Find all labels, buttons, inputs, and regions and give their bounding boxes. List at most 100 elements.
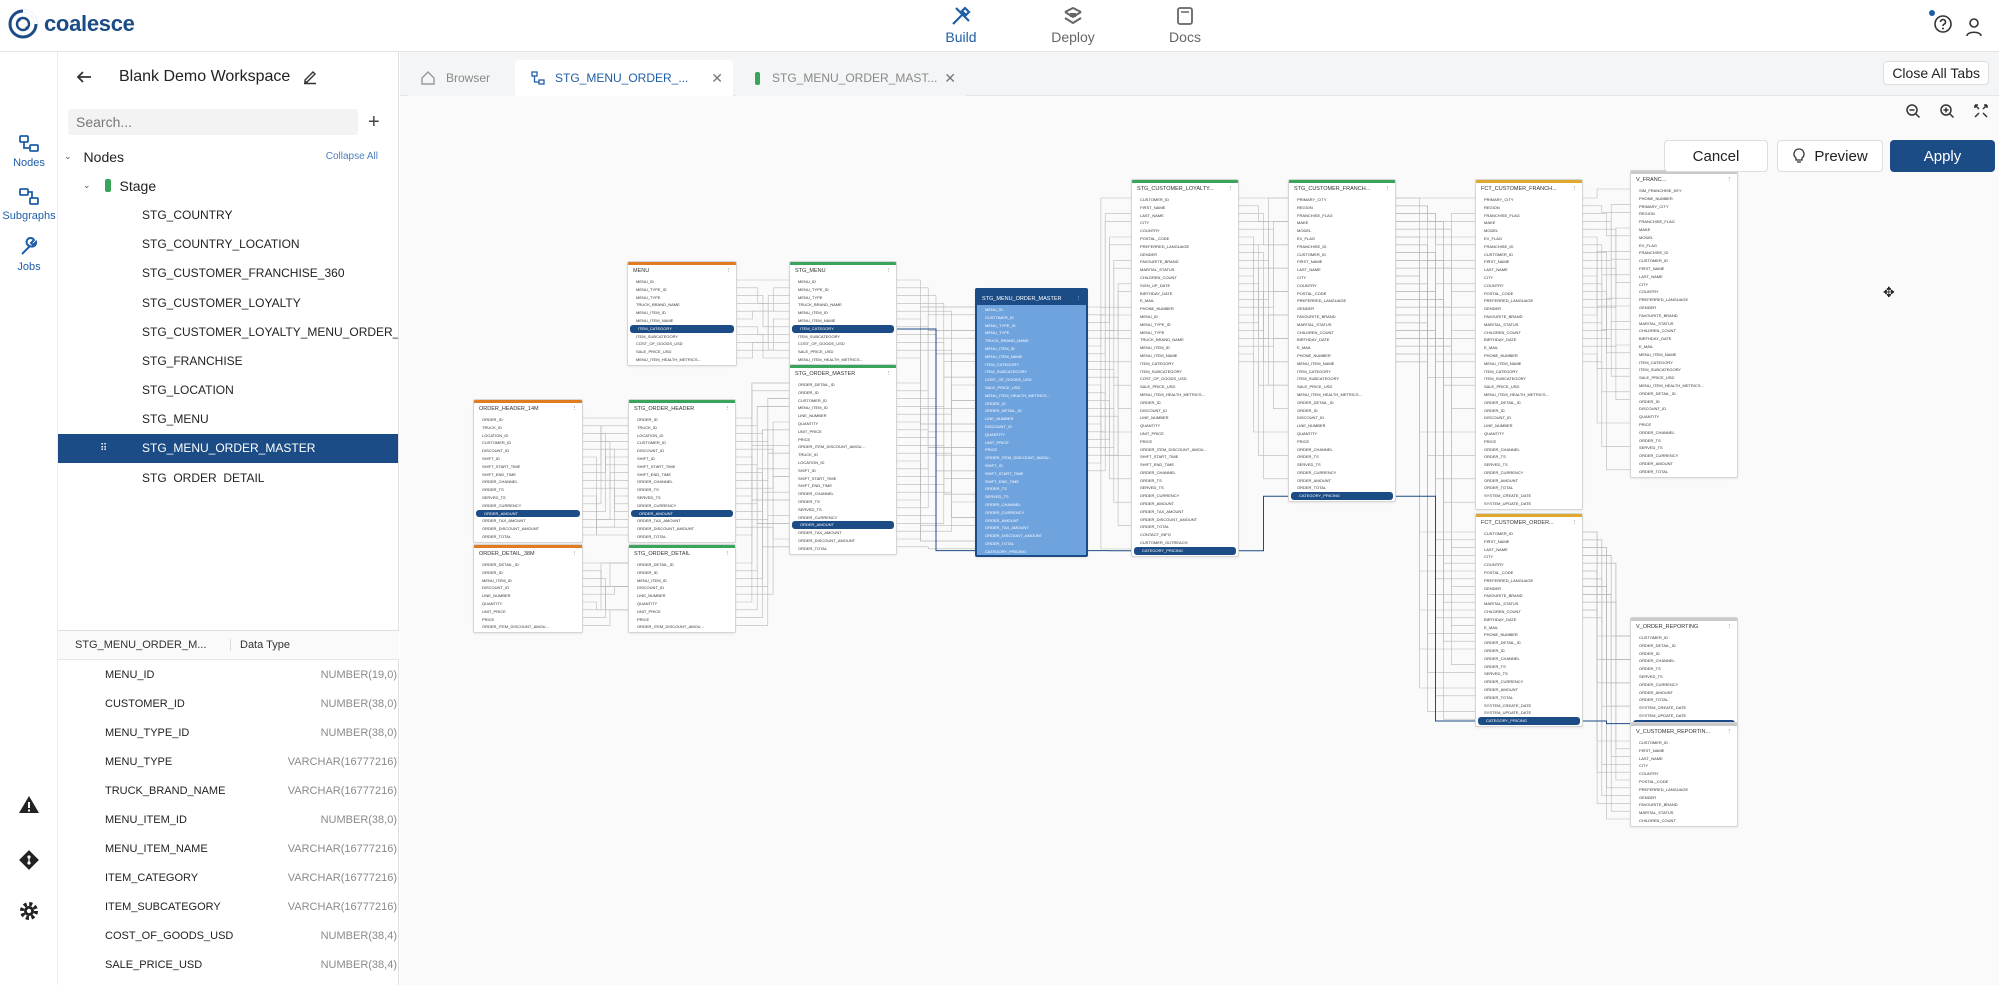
help-button[interactable]: [1929, 10, 1953, 39]
node-column: ORDER_ID: [482, 417, 503, 422]
tree-item[interactable]: STG_CUSTOMER_FRANCHISE_360: [58, 259, 398, 288]
node-column: LAST_NAME: [1297, 267, 1321, 273]
column-row[interactable]: COST_OF_GOODS_USD NUMBER(38,4): [58, 922, 399, 951]
collapse-all-link[interactable]: Collapse All: [326, 151, 378, 162]
column-row[interactable]: MENU_TYPE_ID NUMBER(38,0): [58, 718, 399, 747]
close-all-tabs-button[interactable]: Close All Tabs: [1883, 61, 1989, 85]
zoom-out-icon[interactable]: [1905, 103, 1921, 119]
column-type: VARCHAR(16777216): [287, 843, 397, 856]
column-row[interactable]: CUSTOMER_ID NUMBER(38,0): [58, 689, 399, 718]
dag-node[interactable]: STG_CUSTOMER_LOYALTY... ⋮ CUSTOMER_ID FIRST…: [1131, 179, 1239, 557]
more-icon[interactable]: ⋮: [725, 551, 731, 560]
more-icon[interactable]: ⋮: [1727, 729, 1733, 738]
tree-item[interactable]: STG_FRANCHISE: [58, 346, 398, 375]
more-icon[interactable]: ⋮: [1228, 186, 1234, 195]
column-row[interactable]: ITEM_SUBCATEGORY VARCHAR(16777216): [58, 893, 399, 922]
column-row[interactable]: SALE_PRICE_USD NUMBER(38,4): [58, 951, 399, 980]
dag-node[interactable]: FCT_CUSTOMER_FRANCH... ⋮ PRIMARY_CITY REGIO…: [1475, 179, 1583, 510]
zoom-in-icon[interactable]: [1939, 103, 1955, 119]
dag-node[interactable]: V_CUSTOMER_REPORTIN... ⋮ CUSTOMER_ID FIRST_…: [1630, 722, 1738, 827]
preview-button[interactable]: Preview: [1777, 140, 1883, 172]
tree-item[interactable]: STG_ORDER_DETAIL: [58, 463, 398, 482]
dag-node[interactable]: STG_ORDER_MASTER ⋮ ORDER_DETAIL_ID ORDER_ID…: [789, 364, 897, 555]
column-row[interactable]: MENU_ITEM_ID NUMBER(38,0): [58, 805, 399, 834]
rail-nodes[interactable]: Nodes: [0, 134, 58, 169]
node-title: MENU: [633, 268, 650, 274]
more-icon[interactable]: ⋮: [726, 268, 732, 277]
dag-node[interactable]: MENU ⋮ MENU_ID MENU_TYPE_ID MENU_TYPE TRUCK_B…: [627, 261, 737, 366]
tree-root[interactable]: ⌄ Nodes Collapse All: [58, 142, 398, 171]
tree-item[interactable]: STG_LOCATION: [58, 376, 398, 405]
dag-node[interactable]: STG_MENU ⋮ MENU_ID MENU_TYPE_ID MENU_TYPE TRU…: [789, 261, 897, 366]
dag-node[interactable]: STG_ORDER_DETAIL ⋮ ORDER_DETAIL_ID ORDER_ID…: [628, 544, 736, 634]
tab-node[interactable]: STG_MENU_ORDER_MAST... ✕: [736, 60, 966, 96]
more-icon[interactable]: ⋮: [1385, 186, 1391, 195]
close-tab-icon[interactable]: ✕: [944, 70, 956, 87]
more-icon[interactable]: ⋮: [1572, 520, 1578, 529]
tree-item[interactable]: STG_COUNTRY_LOCATION: [58, 230, 398, 259]
rail-subgraphs[interactable]: Subgraphs: [0, 187, 58, 222]
more-icon[interactable]: ⋮: [1572, 186, 1578, 195]
node-column: EV_FLAG: [1484, 235, 1503, 241]
git-button[interactable]: [0, 849, 58, 871]
column-row[interactable]: TRUCK_BRAND_NAME VARCHAR(16777216): [58, 776, 399, 805]
node-column: SALE_PRICE_USD: [1639, 375, 1675, 381]
tree-item[interactable]: STG_MENU: [58, 405, 398, 434]
cancel-button[interactable]: Cancel: [1664, 140, 1768, 172]
column-row[interactable]: MENU_ID NUMBER(19,0): [58, 660, 399, 689]
node-column: SHIFT_END_TIME: [985, 478, 1020, 484]
node-column: ORDER_DETAIL_ID: [1297, 399, 1334, 405]
rail-jobs[interactable]: Jobs: [0, 236, 58, 273]
more-icon[interactable]: ⋮: [725, 406, 731, 415]
tree-item[interactable]: STG_COUNTRY: [58, 200, 398, 229]
dag-node[interactable]: V_FRANC... ⋮ SIM_FRANCHISE_KEY PHONE_NUMBER…: [1630, 170, 1738, 478]
more-icon[interactable]: ⋮: [886, 371, 892, 380]
tree-item-label: STG_CUSTOMER_FRANCHISE_360: [142, 266, 345, 281]
edit-icon[interactable]: [302, 69, 318, 85]
column-row[interactable]: MENU_TYPE VARCHAR(16777216): [58, 747, 399, 776]
node-column: ITEM_SUBCATEGORY: [1639, 367, 1682, 373]
tree-item-label: STG_MENU: [142, 412, 209, 427]
dag-node[interactable]: STG_ORDER_HEADER ⋮ ORDER_ID TRUCK_ID LOCATIO…: [628, 399, 736, 543]
dag-canvas[interactable]: MENU ⋮ MENU_ID MENU_TYPE_ID MENU_TYPE TRUCK_B…: [400, 97, 1999, 985]
tree-group[interactable]: ⌄ Stage: [58, 171, 398, 200]
column-type: NUMBER(19,0): [320, 668, 397, 681]
dag-node[interactable]: FCT_CUSTOMER_ORDER... ⋮ CUSTOMER_ID FIRST_N…: [1475, 513, 1583, 727]
nav-build[interactable]: Build: [905, 5, 1017, 47]
node-column: ORDER_DETAIL_ID: [1484, 640, 1521, 646]
coalesce-logo[interactable]: coalesce: [8, 9, 135, 39]
tree-item[interactable]: STG_CUSTOMER_LOYALTY_MENU_ORDER_MASTE: [58, 317, 398, 346]
tab-graph[interactable]: STG_MENU_ORDER_... ✕: [515, 60, 733, 96]
more-icon[interactable]: ⋮: [1727, 624, 1733, 633]
more-icon[interactable]: ⋮: [1076, 296, 1082, 305]
tree-item[interactable]: ⠿ STG_MENU_ORDER_MASTER: [58, 433, 398, 464]
dag-node[interactable]: ORDER_DETAIL_38M ⋮ ORDER_DETAIL_ID ORDER_ID…: [473, 544, 583, 634]
column-row[interactable]: MENU_ITEM_NAME VARCHAR(16777216): [58, 835, 399, 864]
back-arrow-icon[interactable]: [75, 69, 93, 85]
dag-node[interactable]: STG_MENU_ORDER_MASTER ⋮ MENU_ID CUSTOMER_ID…: [975, 288, 1088, 557]
settings-button[interactable]: [0, 900, 58, 922]
more-icon[interactable]: ⋮: [886, 268, 892, 277]
node-column: UNIT_PRICE: [1140, 430, 1164, 436]
search-input[interactable]: Search...: [68, 109, 358, 135]
dag-edge: [737, 326, 789, 335]
tab-browser[interactable]: Browser: [408, 60, 514, 96]
dag-node[interactable]: STG_CUSTOMER_FRANCH... ⋮ PRIMARY_CITY REGIO…: [1288, 179, 1396, 503]
close-tab-icon[interactable]: ✕: [711, 70, 723, 87]
column-row[interactable]: ITEM_CATEGORY VARCHAR(16777216): [58, 864, 399, 893]
fit-view-icon[interactable]: [1973, 103, 1989, 119]
node-column: ITEM_CATEGORY: [985, 361, 1019, 367]
nav-docs[interactable]: Docs: [1129, 5, 1241, 47]
apply-button[interactable]: Apply: [1890, 140, 1995, 172]
warning-button[interactable]: [0, 794, 58, 814]
dag-node[interactable]: ORDER_HEADER_14M ⋮ ORDER_ID TRUCK_ID LOCATIO…: [473, 399, 583, 543]
more-icon[interactable]: ⋮: [572, 406, 578, 415]
more-icon[interactable]: ⋮: [1727, 177, 1733, 186]
dag-edge: [736, 382, 789, 419]
more-icon[interactable]: ⋮: [572, 551, 578, 560]
dag-node[interactable]: V_ORDER_REPORTING ⋮ CUSTOMER_ID ORDER_DETAI…: [1630, 617, 1738, 730]
user-icon[interactable]: [1965, 17, 1983, 37]
add-node-button[interactable]: +: [368, 111, 380, 134]
tree-item[interactable]: STG_CUSTOMER_LOYALTY: [58, 288, 398, 317]
nav-deploy[interactable]: Deploy: [1017, 5, 1129, 47]
